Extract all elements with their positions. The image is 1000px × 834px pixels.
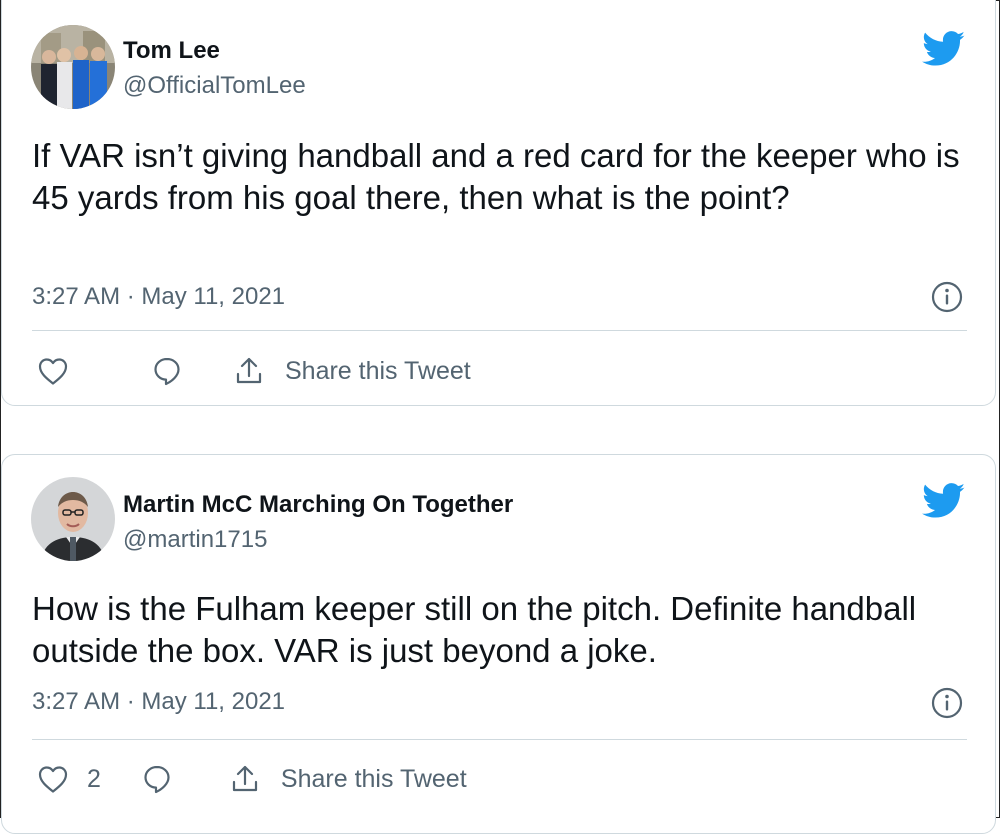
like-button[interactable]: 2	[37, 764, 101, 794]
tweet-timestamp[interactable]: 3:27 AM · May 11, 2021	[32, 283, 285, 311]
author-handle[interactable]: @martin1715	[123, 526, 267, 554]
like-count: 2	[87, 764, 101, 793]
avatar[interactable]	[31, 477, 115, 561]
tweet-card[interactable]: Martin McC Marching On Together @martin1…	[1, 454, 996, 834]
author-name[interactable]: Tom Lee	[123, 37, 220, 65]
share-icon	[229, 763, 261, 795]
share-label: Share this Tweet	[280, 764, 467, 793]
tweet-text: How is the Fulham keeper still on the pi…	[32, 590, 917, 669]
tweet-actions: Share this Tweet	[32, 351, 471, 391]
like-button[interactable]	[37, 356, 87, 386]
share-button[interactable]: Share this Tweet	[229, 763, 467, 795]
author-handle[interactable]: @OfficialTomLee	[123, 72, 306, 100]
twitter-bird-icon[interactable]	[922, 483, 966, 519]
share-button[interactable]: Share this Tweet	[233, 355, 471, 387]
twitter-bird-icon[interactable]	[922, 31, 966, 67]
reply-button[interactable]	[151, 355, 183, 387]
info-icon[interactable]	[931, 687, 963, 719]
tweet-text: If VAR isn’t giving handball and a red c…	[32, 137, 960, 216]
tweet-actions: 2 Share this Tweet	[32, 759, 467, 799]
avatar[interactable]	[31, 25, 115, 109]
share-icon	[233, 355, 265, 387]
share-label: Share this Tweet	[285, 356, 471, 385]
reply-icon	[151, 355, 183, 387]
divider	[32, 330, 967, 331]
divider	[32, 739, 967, 740]
tweet-card[interactable]: Tom Lee @OfficialTomLee If VAR isn’t giv…	[1, 0, 996, 406]
info-icon[interactable]	[931, 281, 963, 313]
tweet-timestamp[interactable]: 3:27 AM · May 11, 2021	[32, 688, 285, 716]
heart-icon	[37, 764, 69, 794]
heart-icon	[37, 356, 69, 386]
reply-button[interactable]	[141, 763, 173, 795]
reply-icon	[141, 763, 173, 795]
author-name[interactable]: Martin McC Marching On Together	[123, 491, 513, 519]
